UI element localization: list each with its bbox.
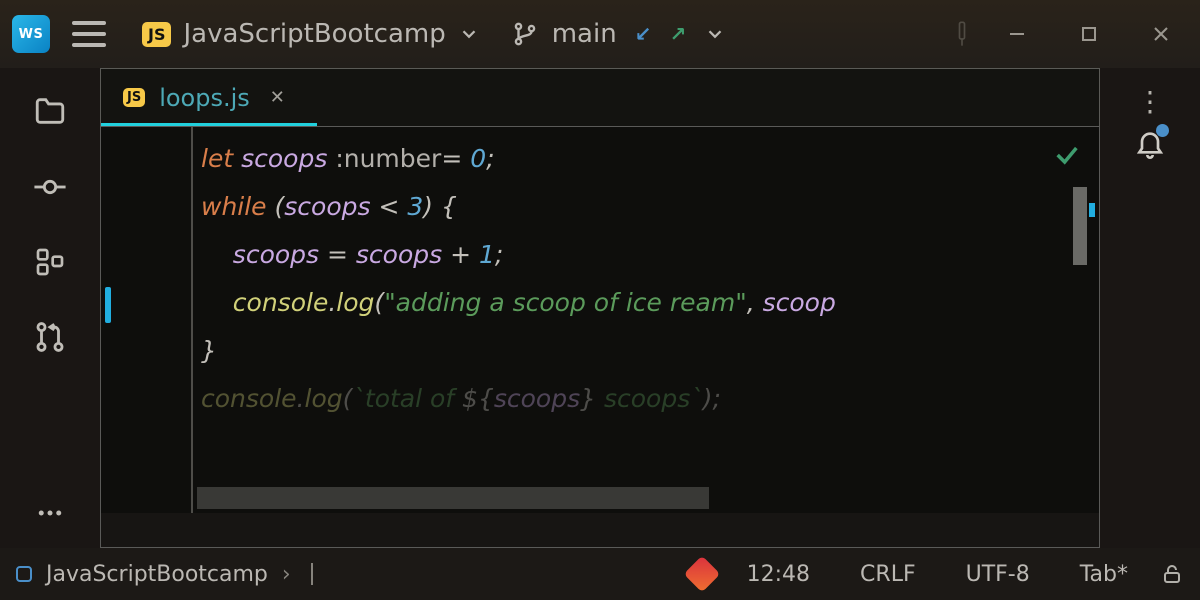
commit-tool-icon[interactable] bbox=[33, 170, 67, 204]
indent-setting[interactable]: Tab* bbox=[1062, 562, 1146, 587]
editor-tabs: JS loops.js ✕ bbox=[100, 68, 1100, 126]
code-content[interactable]: let scoops :number= 0; while (scoops < 3… bbox=[201, 135, 1099, 423]
chevron-down-icon bbox=[458, 23, 480, 45]
title-bar: WS JS JavaScriptBootcamp main ↙ ↗ bbox=[0, 0, 1200, 68]
outgoing-changes-icon[interactable]: ↗ bbox=[669, 22, 686, 46]
app-logo[interactable]: WS bbox=[12, 15, 50, 53]
caret-position[interactable]: 12:48 bbox=[729, 562, 828, 587]
status-project-name[interactable]: JavaScriptBootcamp bbox=[46, 562, 268, 587]
tab-label: loops.js bbox=[159, 84, 250, 112]
editor-gutter bbox=[101, 127, 193, 547]
editor-cursor-marker bbox=[105, 287, 111, 323]
js-file-icon: JS bbox=[123, 88, 145, 107]
code-with-me-icon[interactable] bbox=[952, 19, 972, 49]
right-tool-strip: ⋮ bbox=[1100, 68, 1200, 548]
ai-assistant-icon[interactable] bbox=[683, 556, 720, 593]
project-status-icon[interactable] bbox=[16, 566, 32, 582]
project-name: JavaScriptBootcamp bbox=[183, 19, 445, 49]
line-separator[interactable]: CRLF bbox=[842, 562, 934, 587]
code-editor[interactable]: let scoops :number= 0; while (scoops < 3… bbox=[100, 126, 1100, 548]
editor-bottom-gap bbox=[101, 513, 1099, 547]
git-branch-icon[interactable] bbox=[512, 21, 538, 47]
main-menu-icon[interactable] bbox=[68, 17, 110, 51]
project-tool-icon[interactable] bbox=[33, 94, 67, 128]
notifications-icon[interactable] bbox=[1134, 127, 1166, 159]
window-minimize-button[interactable] bbox=[990, 17, 1044, 51]
editor-options-icon[interactable]: ⋮ bbox=[1136, 96, 1164, 107]
file-encoding[interactable]: UTF-8 bbox=[948, 562, 1048, 587]
vcs-chevron-down-icon[interactable] bbox=[704, 23, 726, 45]
branch-name[interactable]: main bbox=[552, 19, 617, 49]
project-selector[interactable]: JS JavaScriptBootcamp bbox=[128, 11, 494, 57]
scrollbar-h[interactable] bbox=[197, 487, 709, 509]
readonly-lock-icon[interactable] bbox=[1160, 562, 1184, 586]
tab-loops-js[interactable]: JS loops.js ✕ bbox=[101, 69, 307, 126]
pull-requests-tool-icon[interactable] bbox=[33, 320, 67, 354]
structure-tool-icon[interactable] bbox=[34, 246, 66, 278]
status-bar: JavaScriptBootcamp › 12:48 CRLF UTF-8 Ta… bbox=[0, 548, 1200, 600]
close-tab-icon[interactable]: ✕ bbox=[270, 87, 285, 108]
notification-dot bbox=[1156, 124, 1169, 137]
window-maximize-button[interactable] bbox=[1062, 17, 1116, 51]
breadcrumb-separator: › bbox=[282, 562, 291, 587]
left-tool-strip bbox=[0, 68, 100, 548]
breadcrumb-cursor bbox=[311, 563, 313, 585]
js-icon: JS bbox=[142, 22, 171, 47]
incoming-changes-icon[interactable]: ↙ bbox=[635, 22, 652, 46]
window-close-button[interactable] bbox=[1134, 17, 1188, 51]
more-tools-icon[interactable] bbox=[35, 498, 65, 528]
